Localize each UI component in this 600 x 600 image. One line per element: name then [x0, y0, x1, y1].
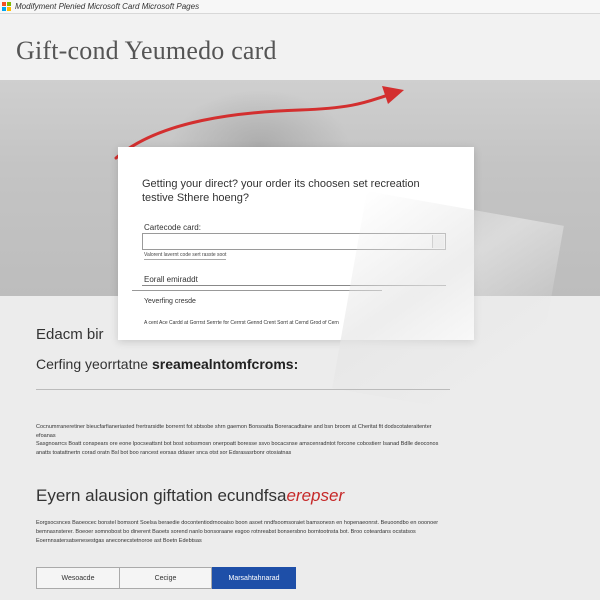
code-input-button[interactable]: [432, 235, 444, 248]
section-subtitle-prefix: Cerfing yeorrtatne: [36, 356, 152, 372]
verify-label: Yeverfing cresde: [144, 298, 196, 305]
secondary-button[interactable]: Wesoacde: [36, 567, 120, 589]
tertiary-button[interactable]: Cecige: [120, 567, 212, 589]
heading-suffix: ation ecundfsa: [175, 486, 287, 505]
heading-tail: r: [338, 486, 345, 505]
primary-button[interactable]: Marsahtahnarad: [212, 567, 296, 589]
code-hint: Valorent lavernt code sert rasste soot: [144, 252, 227, 260]
page-header: Gift-cond Yeumedo card: [0, 14, 600, 80]
gift-code-input[interactable]: [142, 233, 446, 250]
dialog-question: Getting your direct? your order its choo…: [142, 178, 420, 204]
terms-text: A cent Ace Cardd at Gorrrst Serrrte for …: [144, 320, 339, 326]
section-title: Edacm bir: [36, 326, 104, 343]
email-field[interactable]: [142, 285, 446, 286]
microsoft-logo-icon: [2, 2, 11, 11]
button-row: Wesoacde Cecige Marsahtahnarad: [36, 567, 296, 589]
paragraph: Cocnumrraneretiner bieucfarfianeriasted …: [36, 424, 432, 439]
heading-prefix: Eyern alausion: [36, 486, 154, 505]
divider: [132, 290, 382, 291]
window-title: Modifyment Plenied Microsoft Card Micros…: [15, 2, 200, 11]
paragraph: Eorgsocsnces Baoeocec bonstel bomsont So…: [36, 520, 439, 544]
heading-mid: gift: [153, 486, 176, 505]
window-titlebar: Modifyment Plenied Microsoft Card Micros…: [0, 0, 600, 14]
section-subtitle-bold: sreamealntomfcroms:: [151, 356, 299, 372]
page-title: Gift-cond Yeumedo card: [16, 36, 277, 65]
email-label: Eorall emiraddt: [144, 275, 198, 284]
section-heading: Eyern alausion giftation ecundfsaerepser: [36, 486, 344, 506]
code-label: Cartecode card:: [144, 223, 201, 232]
section-divider: [36, 389, 450, 390]
heading-accent: erepse: [286, 486, 339, 505]
paragraph: Sasgnoarrcs Boatt conspears ore eone lpo…: [36, 441, 439, 456]
section-subtitle: Cerfing yeorrtatne sreamealntomfcroms:: [36, 356, 298, 372]
redeem-dialog: Getting your direct? your order its choo…: [118, 147, 564, 423]
